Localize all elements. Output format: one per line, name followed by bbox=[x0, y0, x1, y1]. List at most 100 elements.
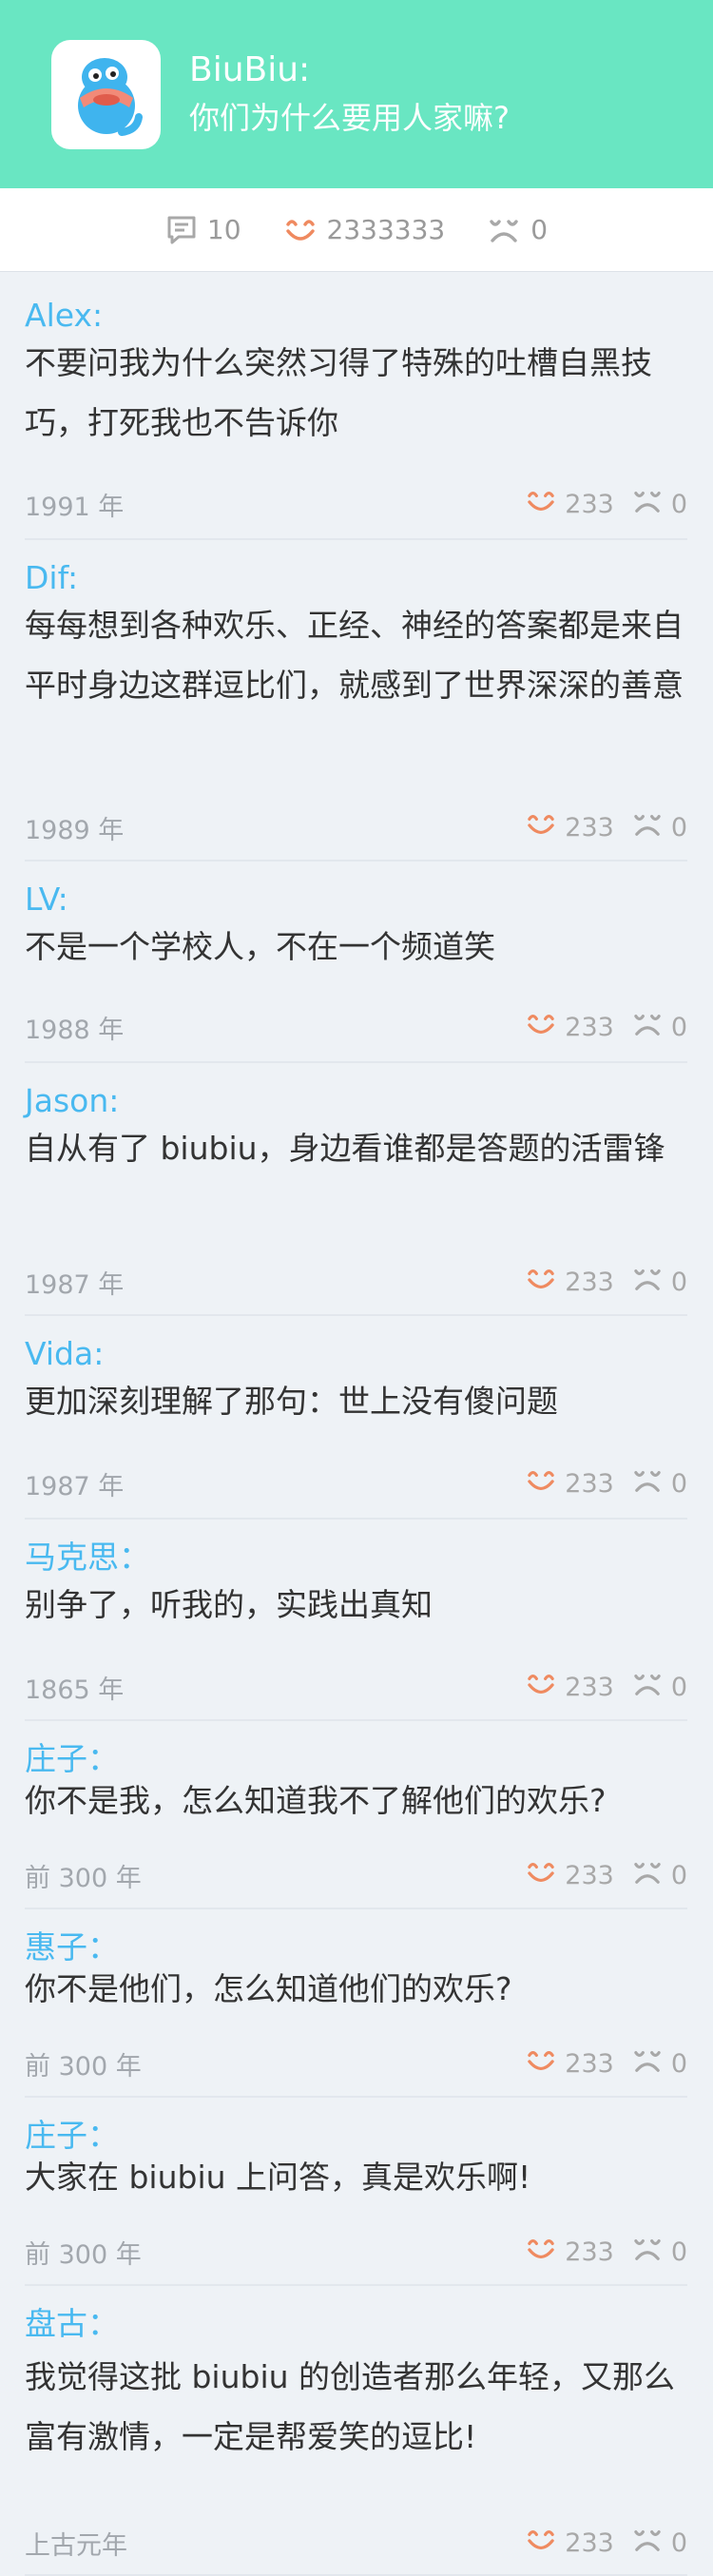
dislike-count: 0 bbox=[670, 1860, 687, 1890]
like-count: 233 bbox=[565, 1468, 614, 1499]
comment-year: 前 300 年 bbox=[25, 2051, 142, 2082]
frown-icon bbox=[631, 1011, 664, 1044]
comment-text: 别争了，听我的，实践出真知 bbox=[25, 1586, 433, 1623]
dislike-count: 0 bbox=[670, 1267, 687, 1297]
likes-stat[interactable]: 2333333 bbox=[283, 214, 446, 245]
comment-meta: 1865 年 233 0 bbox=[25, 1670, 687, 1705]
commenter-name: 马克思： bbox=[25, 1539, 150, 1576]
like-button[interactable]: 233 bbox=[525, 2236, 614, 2269]
comment-item: 庄子： 大家在 biubiu 上问答，真是欢乐啊! 前 300 年 233 0 bbox=[25, 2096, 687, 2286]
like-count: 233 bbox=[565, 1012, 614, 1042]
frown-icon bbox=[631, 2236, 664, 2269]
commenter-name: Vida: bbox=[25, 1335, 105, 1372]
comment-year: 前 300 年 bbox=[25, 1863, 142, 1893]
comment-year: 1987 年 bbox=[25, 1269, 125, 1300]
like-button[interactable]: 233 bbox=[525, 2047, 614, 2081]
comment-year: 1989 年 bbox=[25, 815, 125, 845]
comment-meta: 1987 年 233 0 bbox=[25, 1466, 687, 1501]
comment-text: 我觉得这批 biubiu 的创造者那么年轻，又那么富有激情，一定是帮爱笑的逗比! bbox=[25, 2358, 676, 2455]
comment-actions: 233 0 bbox=[525, 811, 687, 844]
comment-text: 自从有了 biubiu，身边看谁都是答题的活雷锋 bbox=[25, 1130, 665, 1167]
dislike-button[interactable]: 0 bbox=[631, 1467, 687, 1501]
comment-item: Dif: 每每想到各种欢乐、正经、神经的答案都是来自平时身边这群逗比们，就感到了世… bbox=[25, 538, 687, 862]
dislike-button[interactable]: 0 bbox=[631, 488, 687, 521]
dislike-count: 0 bbox=[670, 812, 687, 843]
comment-year: 前 300 年 bbox=[25, 2239, 142, 2270]
like-count: 233 bbox=[565, 2528, 614, 2558]
dislike-count: 0 bbox=[670, 1468, 687, 1499]
commenter-name: LV: bbox=[25, 881, 68, 918]
comment-actions: 233 0 bbox=[525, 1467, 687, 1501]
comment-year: 1865 年 bbox=[25, 1675, 125, 1705]
like-button[interactable]: 233 bbox=[525, 1859, 614, 1892]
like-button[interactable]: 233 bbox=[525, 1467, 614, 1501]
like-button[interactable]: 233 bbox=[525, 488, 614, 521]
dislikes-stat[interactable]: 0 bbox=[487, 214, 548, 245]
comment-actions: 233 0 bbox=[525, 488, 687, 521]
comment-item: 庄子： 你不是我，怎么知道我不了解他们的欢乐? 前 300 年 233 0 bbox=[25, 1719, 687, 1909]
dislike-count: 0 bbox=[670, 2048, 687, 2079]
dislike-button[interactable]: 0 bbox=[631, 1011, 687, 1044]
smile-icon bbox=[525, 2047, 557, 2081]
like-button[interactable]: 233 bbox=[525, 2527, 614, 2560]
comment-meta: 1988 年 233 0 bbox=[25, 1010, 687, 1045]
dislike-count: 0 bbox=[670, 2237, 687, 2267]
comment-item: LV: 不是一个学校人，不在一个频道笑 1988 年 233 0 bbox=[25, 860, 687, 1063]
comment-item: 惠子： 你不是他们，怎么知道他们的欢乐? 前 300 年 233 0 bbox=[25, 1908, 687, 2098]
dislike-button[interactable]: 0 bbox=[631, 2527, 687, 2560]
smile-icon bbox=[525, 2527, 557, 2560]
like-button[interactable]: 233 bbox=[525, 811, 614, 844]
dislike-button[interactable]: 0 bbox=[631, 2047, 687, 2081]
smile-icon bbox=[525, 1859, 557, 1892]
comment-item: 盘古： 我觉得这批 biubiu 的创造者那么年轻，又那么富有激情，一定是帮爱笑的… bbox=[25, 2284, 687, 2576]
question-text: 你们为什么要用人家嘛? bbox=[189, 100, 510, 136]
comment-meta: 前 300 年 233 0 bbox=[25, 1858, 687, 1893]
comment-text: 你不是他们，怎么知道他们的欢乐? bbox=[25, 1970, 512, 2007]
dislike-button[interactable]: 0 bbox=[631, 1266, 687, 1299]
comment-meta: 1991 年 233 0 bbox=[25, 487, 687, 522]
frown-icon bbox=[631, 1859, 664, 1892]
commenter-name: 盘古： bbox=[25, 2305, 119, 2342]
comment-text: 不是一个学校人，不在一个频道笑 bbox=[25, 928, 495, 965]
frown-icon bbox=[631, 811, 664, 844]
smile-icon bbox=[525, 1467, 557, 1501]
like-button[interactable]: 233 bbox=[525, 1266, 614, 1299]
dislike-count: 0 bbox=[670, 1012, 687, 1042]
frown-icon bbox=[631, 1266, 664, 1299]
comments-stat[interactable]: 10 bbox=[165, 214, 241, 246]
dislike-count: 0 bbox=[670, 2528, 687, 2558]
dislike-button[interactable]: 0 bbox=[631, 811, 687, 844]
comment-actions: 233 0 bbox=[525, 1011, 687, 1044]
comment-text: 每每想到各种欢乐、正经、神经的答案都是来自平时身边这群逗比们，就感到了世界深深的… bbox=[25, 607, 684, 704]
like-count: 233 bbox=[565, 1672, 614, 1702]
smile-icon bbox=[525, 1671, 557, 1704]
dislike-count: 0 bbox=[670, 1672, 687, 1702]
like-button[interactable]: 233 bbox=[525, 1671, 614, 1704]
comment-icon bbox=[167, 216, 196, 243]
dislike-button[interactable]: 0 bbox=[631, 1671, 687, 1704]
comment-actions: 233 0 bbox=[525, 2527, 687, 2560]
smile-icon bbox=[525, 2236, 557, 2269]
comment-year: 1991 年 bbox=[25, 492, 125, 522]
commenter-name: Dif: bbox=[25, 559, 79, 596]
comment-item: Jason: 自从有了 biubiu，身边看谁都是答题的活雷锋 1987 年 233 0 bbox=[25, 1061, 687, 1316]
dislike-button[interactable]: 0 bbox=[631, 1859, 687, 1892]
comment-item: Alex: 不要问我为什么突然习得了特殊的吐槽自黑技巧，打死我也不告诉你 1991 … bbox=[25, 276, 687, 540]
smile-icon bbox=[525, 1266, 557, 1299]
comment-meta: 1987 年 233 0 bbox=[25, 1265, 687, 1300]
smile-icon bbox=[525, 488, 557, 521]
question-stats-bar: 10 2333333 0 bbox=[0, 188, 713, 272]
asker-name: BiuBiu: bbox=[189, 50, 311, 89]
like-count: 233 bbox=[565, 1860, 614, 1890]
like-button[interactable]: 233 bbox=[525, 1011, 614, 1044]
likes-count: 2333333 bbox=[326, 214, 446, 245]
like-count: 233 bbox=[565, 1267, 614, 1297]
comment-text: 不要问我为什么突然习得了特殊的吐槽自黑技巧，打死我也不告诉你 bbox=[25, 344, 652, 441]
comment-year: 1987 年 bbox=[25, 1471, 125, 1501]
comment-text: 大家在 biubiu 上问答，真是欢乐啊! bbox=[25, 2159, 531, 2196]
frown-icon bbox=[631, 1467, 664, 1501]
biubiu-mascot-icon bbox=[77, 58, 143, 136]
frown-icon bbox=[631, 2047, 664, 2081]
dislike-button[interactable]: 0 bbox=[631, 2236, 687, 2269]
comment-text: 更加深刻理解了那句：世上没有傻问题 bbox=[25, 1383, 558, 1420]
